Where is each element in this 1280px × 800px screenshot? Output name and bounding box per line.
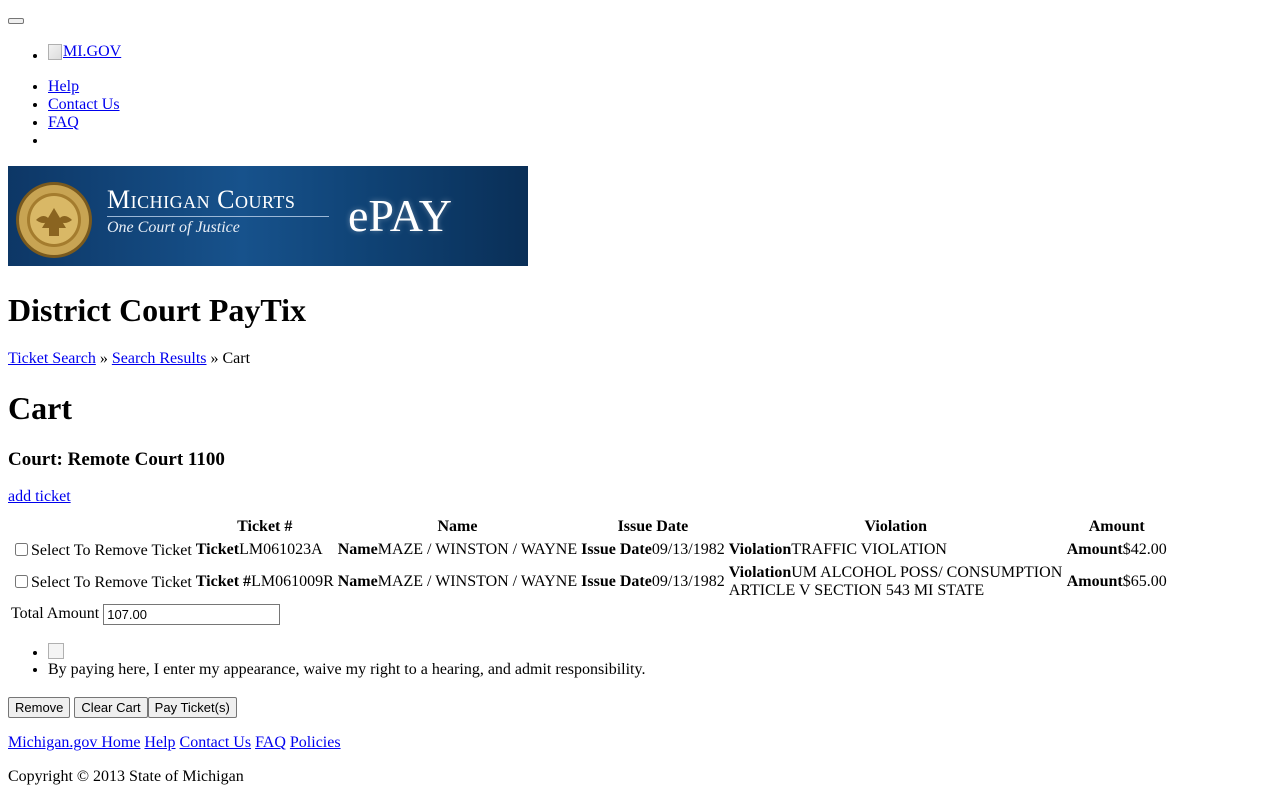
michigan-courts-epay-banner: Michigan Courts One Court of Justice ePA… (8, 166, 528, 266)
issue-date-value: 09/13/1982 (651, 541, 725, 558)
amount-label: Amount (1066, 573, 1123, 590)
footer-faq-link[interactable]: FAQ (255, 734, 286, 751)
violation-cell: ViolationTRAFFIC VIOLATION (728, 539, 1064, 561)
name-label: Name (337, 573, 378, 590)
name-value: MAZE / WINSTON / WAYNE (377, 541, 578, 558)
footer-links: Michigan.gov Home Help Contact Us FAQ Po… (8, 734, 341, 752)
issue-date-cell: Issue Date09/13/1982 (580, 563, 726, 601)
column-header-select (10, 517, 193, 537)
utility-nav: Help Contact Us FAQ (0, 78, 120, 150)
utility-nav-item: Contact Us (48, 96, 120, 114)
table-row: Select To Remove Ticket Ticket #LM061009… (10, 563, 1168, 601)
total-amount-label: Total Amount (11, 605, 100, 623)
mi-gov-logo-link[interactable]: MI.GOV (48, 43, 121, 61)
breadcrumb: Ticket Search » Search Results » Cart (8, 350, 250, 368)
issue-date-label: Issue Date (581, 541, 652, 558)
ticket-label: Ticket # (195, 573, 252, 590)
select-cell: Select To Remove Ticket (10, 563, 193, 601)
violation-label: Violation (728, 564, 792, 581)
select-remove-label: Select To Remove Ticket (31, 542, 192, 559)
help-link[interactable]: Help (48, 78, 79, 95)
name-label: Name (337, 541, 378, 558)
pay-tickets-button[interactable]: Pay Ticket(s) (147, 697, 237, 718)
clear-cart-button[interactable]: Clear Cart (74, 697, 148, 718)
column-header-violation: Violation (864, 518, 927, 535)
ticket-number: LM061009R (251, 573, 334, 590)
name-cell: NameMAZE / WINSTON / WAYNE (337, 539, 578, 561)
name-cell: NameMAZE / WINSTON / WAYNE (337, 563, 578, 601)
cart-heading: Cart (8, 390, 72, 426)
remove-button[interactable]: Remove (8, 697, 71, 718)
copyright: Copyright © 2013 State of Michigan (8, 768, 244, 785)
utility-nav-item-empty (48, 132, 120, 150)
total-row: Total Amount (10, 603, 1168, 626)
breadcrumb-search-results[interactable]: Search Results (112, 350, 207, 367)
amount-value: $42.00 (1122, 541, 1167, 558)
footer-michigan-gov-home-link[interactable]: Michigan.gov Home (8, 734, 140, 751)
contact-us-link[interactable]: Contact Us (48, 96, 120, 113)
issue-date-value: 09/13/1982 (651, 573, 725, 590)
banner-subtitle: One Court of Justice (107, 219, 240, 236)
select-remove-checkbox[interactable] (15, 543, 28, 556)
faq-link[interactable]: FAQ (48, 114, 79, 131)
ticket-number: LM061023A (239, 541, 323, 558)
total-cell: Total Amount (10, 603, 1168, 626)
ticket-cell: TicketLM061023A (195, 539, 335, 561)
banner-divider (107, 216, 329, 217)
broken-image-icon (48, 44, 62, 60)
mi-gov-logo-alt: MI.GOV (63, 43, 122, 60)
court-heading: Court: Remote Court 1100 (8, 449, 225, 470)
broken-image-icon (48, 643, 64, 659)
amount-label: Amount (1066, 541, 1123, 558)
cart-table-header-row: Ticket # Name Issue Date Violation Amoun… (10, 517, 1168, 537)
footer-help-link[interactable]: Help (144, 734, 175, 751)
violation-label: Violation (728, 541, 792, 558)
cart-table: Ticket # Name Issue Date Violation Amoun… (8, 515, 1170, 628)
breadcrumb-ticket-search[interactable]: Ticket Search (8, 350, 96, 367)
select-cell: Select To Remove Ticket (10, 539, 193, 561)
amount-cell: Amount$42.00 (1066, 539, 1168, 561)
column-header-name: Name (437, 518, 478, 535)
select-remove-checkbox[interactable] (15, 575, 28, 588)
cart-actions: Remove Clear Cart Pay Ticket(s) (8, 697, 237, 718)
total-amount-field[interactable] (103, 604, 281, 625)
terms-image-item (48, 643, 645, 661)
banner-product-name: ePAY (348, 190, 452, 241)
add-ticket-link[interactable]: add ticket (8, 488, 71, 506)
select-remove-label: Select To Remove Ticket (31, 574, 192, 591)
violation-value: TRAFFIC VIOLATION (791, 541, 947, 558)
issue-date-label: Issue Date (581, 573, 652, 590)
footer-contact-us-link[interactable]: Contact Us (180, 734, 252, 751)
page-title: District Court PayTix (8, 292, 307, 328)
ticket-cell: Ticket #LM061009R (195, 563, 335, 601)
name-value: MAZE / WINSTON / WAYNE (377, 573, 578, 590)
amount-value: $65.00 (1122, 573, 1167, 590)
breadcrumb-separator: » (99, 350, 108, 367)
michigan-state-seal-icon (16, 182, 92, 258)
amount-cell: Amount$65.00 (1066, 563, 1168, 601)
column-header-issue-date: Issue Date (617, 518, 689, 535)
footer-policies-link[interactable]: Policies (290, 734, 341, 751)
breadcrumb-current: Cart (222, 350, 251, 367)
logo-list: MI.GOV (0, 43, 121, 61)
column-header-ticket: Ticket # (237, 518, 293, 535)
terms-statement: By paying here, I enter my appearance, w… (48, 661, 645, 679)
violation-cell: ViolationUM ALCOHOL POSS/ CONSUMPTION AR… (728, 563, 1064, 601)
terms-list: By paying here, I enter my appearance, w… (0, 643, 645, 679)
ticket-label: Ticket (195, 541, 240, 558)
breadcrumb-separator: » (210, 350, 219, 367)
column-header-amount: Amount (1088, 518, 1145, 535)
utility-nav-item: Help (48, 78, 120, 96)
utility-nav-item: FAQ (48, 114, 120, 132)
banner-title: Michigan Courts (107, 185, 296, 214)
table-row: Select To Remove Ticket TicketLM061023A … (10, 539, 1168, 561)
issue-date-cell: Issue Date09/13/1982 (580, 539, 726, 561)
logo-list-item: MI.GOV (48, 43, 121, 61)
menu-toggle-button[interactable] (8, 18, 24, 24)
